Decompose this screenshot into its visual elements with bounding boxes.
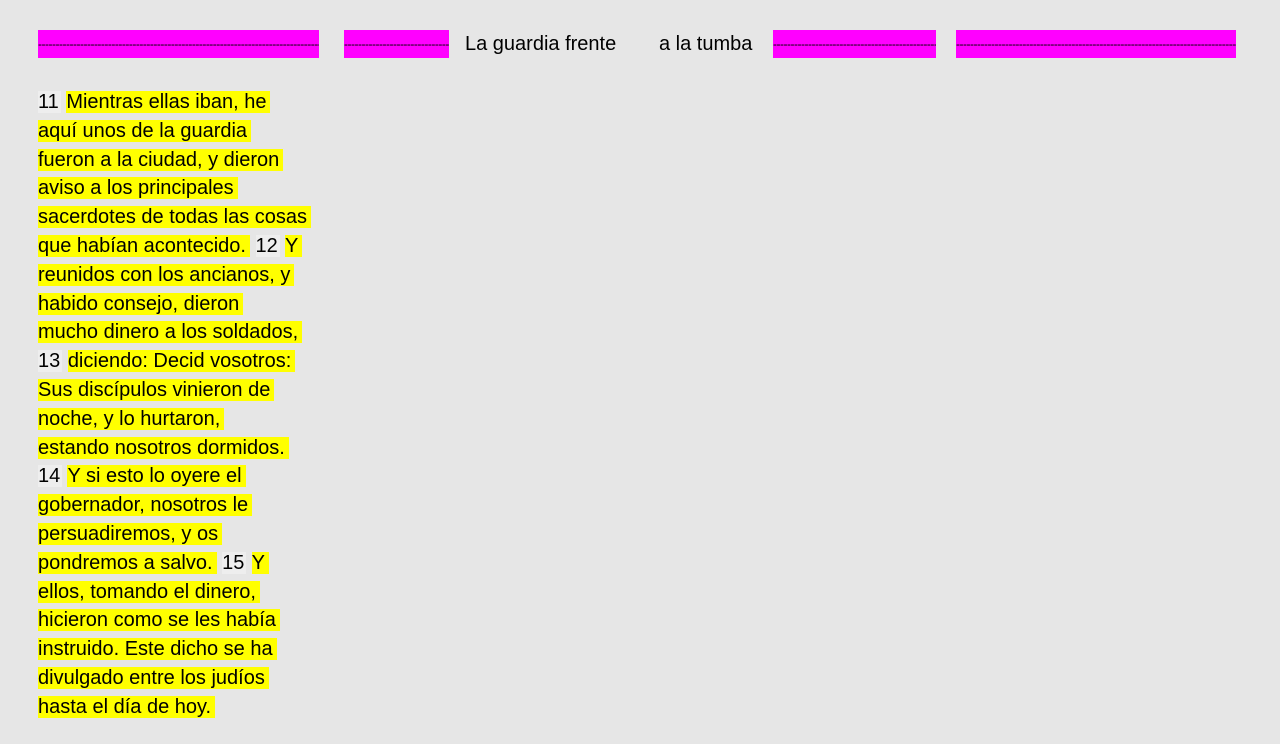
verse-text: aquí unos de la guardia — [38, 119, 252, 142]
passage-line: que habían acontecido. 12 Y — [38, 232, 338, 261]
passage-line: Sus discípulos vinieron de — [38, 376, 338, 405]
title-dash-2: ------------------------------ — [344, 30, 449, 58]
passage-line: sacerdotes de todas las cosas — [38, 203, 338, 232]
passage-line: pondremos a salvo. 15 Y — [38, 549, 338, 578]
verse-number: 12 — [255, 234, 280, 257]
verse-text: hasta el día de hoy. — [38, 695, 216, 718]
verse-text: Y si esto lo oyere el — [67, 465, 246, 488]
verse-text: pondremos a salvo. — [38, 551, 217, 574]
passage-line: 14 Y si esto lo oyere el — [38, 462, 338, 491]
verse-text: gobernador, nosotros le — [38, 494, 253, 517]
verse-text: Mientras ellas iban, he — [66, 91, 271, 113]
verse-text: mucho dinero a los soldados, — [38, 321, 303, 344]
passage-line: hicieron como se les había — [38, 606, 338, 635]
title-text-part-b: a la tumba — [659, 33, 753, 55]
verse-text: estando nosotros dormidos. — [38, 436, 289, 459]
verse-text: Y — [251, 551, 269, 574]
verse-number: 14 — [38, 465, 63, 488]
passage-line: aviso a los principales — [38, 174, 338, 203]
verse-text: Sus discípulos vinieron de — [38, 378, 275, 401]
passage-line: aquí unos de la guardia — [38, 117, 338, 146]
passage-line: 13 diciendo: Decid vosotros: — [38, 347, 338, 376]
verse-number: 15 — [222, 551, 247, 574]
passage-line: hasta el día de hoy. — [38, 693, 338, 722]
passage-line: instruido. Este dicho se ha — [38, 635, 338, 664]
passage-line: ellos, tomando el dinero, — [38, 578, 338, 607]
passage-line: divulgado entre los judíos — [38, 664, 338, 693]
passage-line: reunidos con los ancianos, y — [38, 261, 338, 290]
passage-line: persuadiremos, y os — [38, 520, 338, 549]
verse-text: diciendo: Decid vosotros: — [67, 350, 296, 373]
verse-text: habido consejo, dieron — [38, 292, 244, 315]
verse-text: sacerdotes de todas las cosas — [38, 206, 312, 229]
slide: ----------------------------------------… — [0, 0, 1280, 744]
title-dash-1: ----------------------------------------… — [38, 30, 319, 58]
passage-line: 11 Mientras ellas iban, he — [38, 88, 338, 117]
verse-text: fueron a la ciudad, y dieron — [38, 148, 284, 171]
title-row: ----------------------------------------… — [0, 30, 1280, 60]
verse-text: ellos, tomando el dinero, — [38, 580, 260, 603]
verse-text: reunidos con los ancianos, y — [38, 263, 295, 286]
verse-text: aviso a los principales — [38, 177, 238, 200]
verse-text: noche, y lo hurtaron, — [38, 407, 225, 430]
passage-line: habido consejo, dieron — [38, 290, 338, 319]
verse-text: persuadiremos, y os — [38, 522, 223, 545]
title-dash-4: ----------------------------------------… — [956, 30, 1236, 58]
verse-text: que habían acontecido. — [38, 234, 250, 257]
passage-line: gobernador, nosotros le — [38, 491, 338, 520]
verse-text: instruido. Este dicho se ha — [38, 638, 277, 661]
title-dash-3: ----------------------------------------… — [773, 30, 936, 58]
verse-text: Y — [284, 234, 303, 257]
verse-text: hicieron como se les había — [38, 609, 280, 632]
title-text-part-a: La guardia frente — [465, 33, 617, 55]
passage-line: estando nosotros dormidos. — [38, 434, 338, 463]
verse-number: 13 — [38, 350, 63, 373]
passage-line: fueron a la ciudad, y dieron — [38, 146, 338, 175]
verse-text: divulgado entre los judíos — [38, 666, 269, 689]
passage-line: mucho dinero a los soldados, — [38, 318, 338, 347]
verse-number: 11 — [38, 91, 61, 113]
passage-line: noche, y lo hurtaron, — [38, 405, 338, 434]
scripture-passage: 11 Mientras ellas iban, he aquí unos de … — [38, 88, 338, 722]
